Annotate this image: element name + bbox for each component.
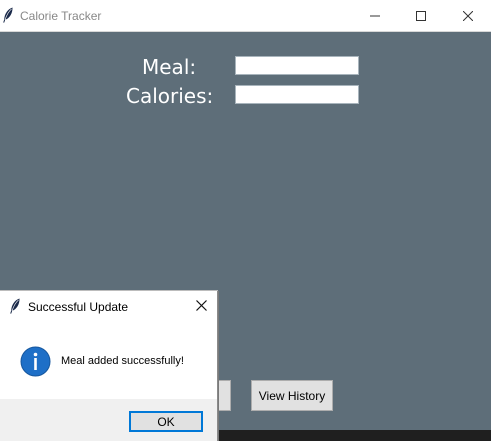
feather-icon xyxy=(2,7,14,23)
calories-label: Calories: xyxy=(126,84,214,108)
minimize-icon xyxy=(370,11,380,21)
dialog-title: Successful Update xyxy=(28,300,129,314)
info-icon xyxy=(20,346,51,377)
window-title: Calorie Tracker xyxy=(20,9,102,23)
dialog-message: Meal added successfully! xyxy=(61,355,184,367)
close-icon xyxy=(195,298,207,316)
meal-input[interactable] xyxy=(235,56,359,75)
maximize-button[interactable] xyxy=(398,0,444,31)
minimize-button[interactable] xyxy=(352,0,398,31)
calories-input[interactable] xyxy=(235,85,359,104)
dialog-close-button[interactable] xyxy=(190,297,212,317)
feather-icon xyxy=(9,298,21,314)
ok-button[interactable]: OK xyxy=(129,411,203,432)
dialog-title-bar[interactable]: Successful Update xyxy=(0,291,217,322)
maximize-icon xyxy=(416,10,426,21)
close-icon xyxy=(463,10,473,21)
meal-label: Meal: xyxy=(142,55,197,79)
view-history-button[interactable]: View History xyxy=(251,380,333,411)
success-dialog: Successful Update Meal added successfull… xyxy=(0,291,218,441)
title-bar[interactable]: Calorie Tracker xyxy=(0,0,491,32)
close-button[interactable] xyxy=(445,0,491,31)
